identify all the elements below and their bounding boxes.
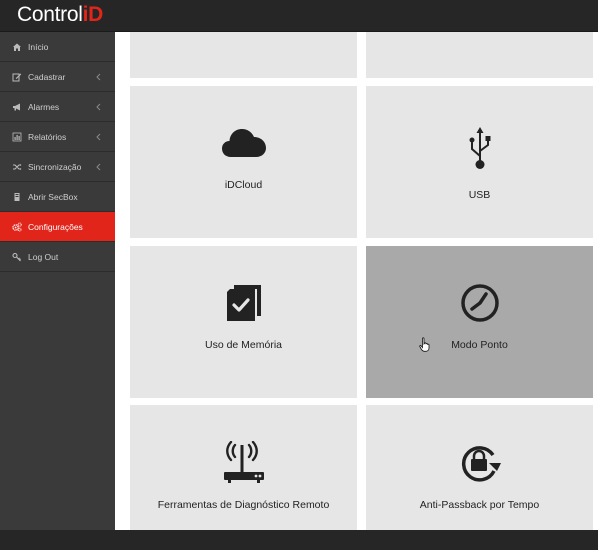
memory-card-icon [226,285,261,321]
sidebar-item-configuracoes[interactable]: Configurações [0,212,115,242]
chevron-left-icon [96,73,101,80]
bar-chart-icon [12,132,22,141]
tile-uso-de-memoria[interactable]: Uso de Memória [130,246,357,398]
sidebar-item-label: Sincronização [28,161,82,172]
tile-label: USB [468,189,491,201]
logo-text: Control [17,3,83,26]
shuffle-icon [13,163,22,170]
settings-grid: iDCloud USB Uso de Memória Modo Ponto Fe… [115,32,598,530]
tile-label: Anti-Passback por Tempo [419,499,540,511]
rotate-lock-icon [461,446,501,482]
tile-usb[interactable]: USB [366,86,593,238]
tile-label: iDCloud [224,179,263,191]
sidebar-item-label: Configurações [28,221,83,232]
key-icon [12,252,21,261]
sidebar-item-label: Relatórios [28,131,67,142]
tile-idcloud[interactable]: iDCloud [130,86,357,238]
sidebar-item-log-out[interactable]: Log Out [0,242,115,272]
sidebar-item-cadastrar[interactable]: Cadastrar [0,62,115,92]
chevron-left-icon [96,103,101,110]
sidebar-item-label: Alarmes [28,101,60,112]
sidebar: Início Cadastrar Alarmes Relatórios Sinc… [0,32,115,530]
sidebar-item-abrir-secbox[interactable]: Abrir SecBox [0,182,115,212]
tile-anti-passback-por-tempo[interactable]: Anti-Passback por Tempo [366,405,593,530]
sidebar-item-label: Abrir SecBox [28,191,78,202]
chevron-left-icon [96,163,101,170]
controlid-logo[interactable]: ControliD [17,3,103,27]
gears-icon [12,221,22,231]
home-icon [13,43,21,51]
tile-label: Uso de Memória [204,339,283,351]
hand-pointer-icon [419,337,430,352]
edit-icon [12,73,22,81]
settings-tile-partial[interactable] [366,32,593,78]
usb-icon [469,127,490,169]
router-icon [223,441,264,483]
settings-tile-partial[interactable] [130,32,357,78]
box-icon [14,192,20,201]
sidebar-item-inicio[interactable]: Início [0,32,115,62]
sidebar-item-alarmes[interactable]: Alarmes [0,92,115,122]
tile-label: Modo Ponto [451,339,508,351]
cloud-icon [221,129,266,157]
top-bar: ControliD [0,0,598,32]
tile-ferramentas-diagnostico-remoto[interactable]: Ferramentas de Diagnóstico Remoto [130,405,357,530]
tile-label: Ferramentas de Diagnóstico Remoto [157,499,330,511]
chevron-left-icon [96,133,101,140]
footer-bar [0,530,598,550]
sidebar-item-label: Log Out [28,251,59,262]
sidebar-item-relatorios[interactable]: Relatórios [0,122,115,152]
sidebar-item-label: Cadastrar [28,71,66,82]
clock-icon [460,284,499,322]
logo-accent: iD [82,3,104,26]
sidebar-item-label: Início [28,41,49,52]
megaphone-icon [13,103,20,110]
sidebar-item-sincronizacao[interactable]: Sincronização [0,152,115,182]
tile-modo-ponto[interactable]: Modo Ponto [366,246,593,398]
